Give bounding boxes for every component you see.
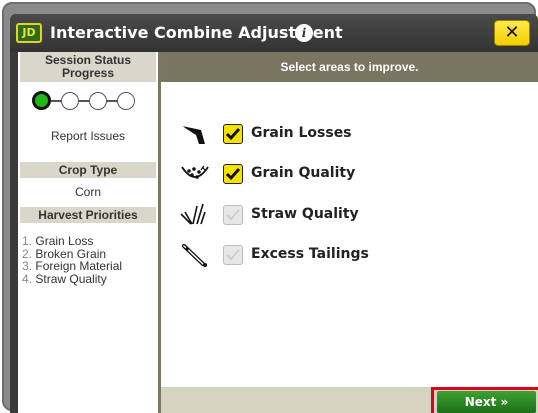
dialog-window: JD Interactive Combine Adjustment i ✕ Se… [10,14,538,413]
main-header: Select areas to improve. [161,52,538,82]
progress-step-1-complete-icon [32,91,51,110]
info-icon[interactable]: i [295,24,313,42]
grain-losses-label: Grain Losses [251,125,352,141]
straw-quality-label: Straw Quality [251,206,359,222]
checkmark-icon [225,128,241,141]
crop-type-value: Corn [74,185,101,199]
main-panel: Select areas to improve. Grain Losses Gr… [161,52,538,413]
grain-losses-icon [181,125,205,144]
next-button[interactable]: Next » [437,391,536,413]
crop-type-header: Crop Type [20,162,156,178]
progress-connector [79,100,89,102]
progress-indicator [32,90,148,112]
progress-step-2-icon [61,92,79,110]
grain-losses-checkbox[interactable] [223,124,243,144]
option-straw-quality[interactable]: Straw Quality [179,202,379,228]
progress-label: Progress [61,66,115,80]
option-grain-quality[interactable]: Grain Quality [179,161,379,187]
harvest-priorities-list: 1. Grain Loss 2. Broken Grain 3. Foreign… [22,235,156,285]
progress-step-3-icon [89,92,107,110]
grain-quality-checkbox[interactable] [223,164,243,184]
title-bar: JD Interactive Combine Adjustment i ✕ [10,14,538,52]
excess-tailings-icon [182,244,207,267]
footer-bar: Next » [161,387,538,413]
option-grain-losses[interactable]: Grain Losses [179,121,379,147]
harvest-priorities-header: Harvest Priorities [20,207,156,223]
grain-quality-label: Grain Quality [251,165,356,181]
grain-quality-icon [181,165,209,179]
checkmark-disabled-icon [226,209,240,221]
checkmark-icon [225,168,241,181]
excess-tailings-label: Excess Tailings [251,246,369,262]
dialog-content: Session Status Progress Report Issues Cr… [18,52,538,413]
excess-tailings-checkbox[interactable] [223,245,243,265]
progress-connector [51,100,61,102]
report-issues-label: Report Issues [50,129,126,143]
straw-quality-icon [180,203,206,225]
checkmark-disabled-icon [226,249,240,261]
john-deere-logo: JD [16,23,42,43]
priority-item: 4. Straw Quality [22,271,107,286]
sidebar: Session Status Progress Report Issues Cr… [18,52,158,413]
session-status-header: Session Status Progress [20,52,156,82]
progress-step-4-icon [117,92,135,110]
progress-connector [107,100,117,102]
option-excess-tailings[interactable]: Excess Tailings [179,242,379,268]
straw-quality-checkbox[interactable] [223,205,243,225]
close-button[interactable]: ✕ [494,20,530,46]
